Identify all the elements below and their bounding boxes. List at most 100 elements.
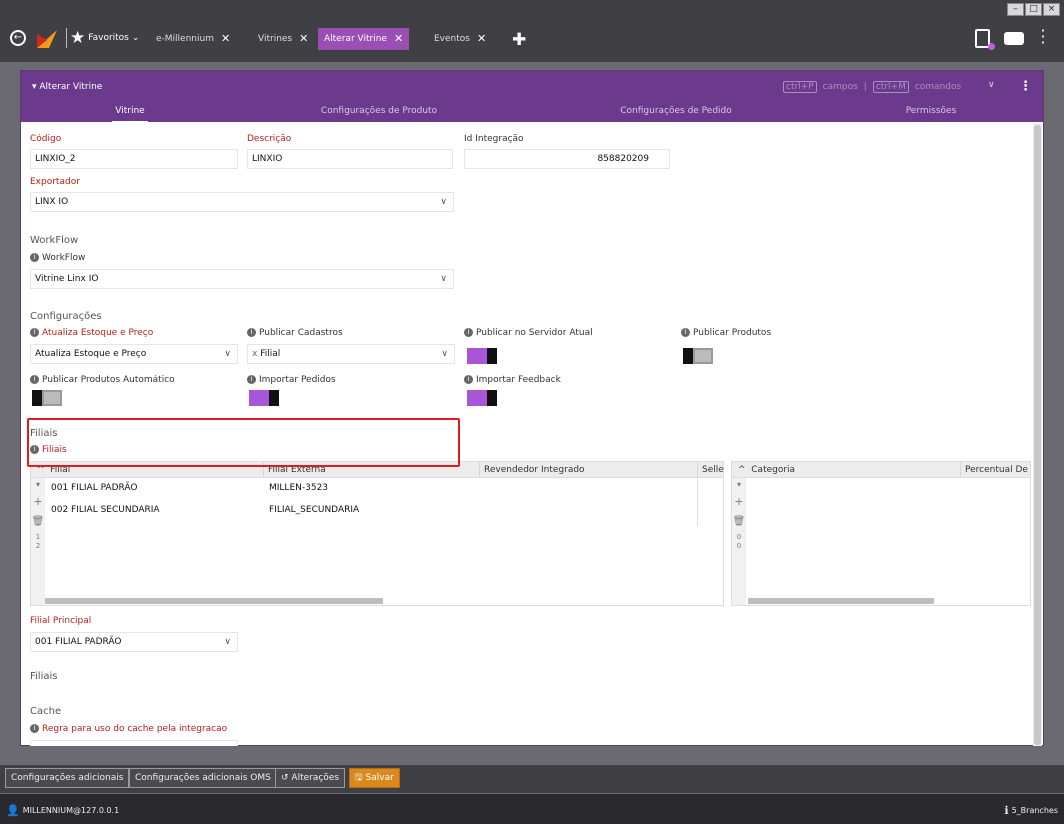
- table-row-1-externa[interactable]: MILLEN-3523: [269, 483, 328, 493]
- close-icon[interactable]: ✕: [221, 28, 230, 50]
- workflow-select[interactable]: Vitrine Linx IO ∨: [30, 269, 454, 289]
- close-window-button[interactable]: ×: [1043, 3, 1060, 16]
- publicar-cadastros-label-text: Publicar Cadastros: [259, 328, 343, 338]
- configuracoes-adicionais-oms-button[interactable]: Configurações adicionais OMS: [129, 768, 277, 788]
- codigo-input[interactable]: LINXIO_2: [30, 149, 238, 169]
- tab-vitrines[interactable]: Vitrines ✕: [252, 28, 314, 50]
- info-icon: i: [681, 328, 690, 337]
- chevron-down-icon: ∨: [224, 349, 231, 359]
- back-arrow-icon[interactable]: ←: [10, 30, 26, 46]
- table-row-1-filial[interactable]: 001 FILIAL PADRÃO: [51, 483, 137, 493]
- workflow-section-title: WorkFlow: [30, 235, 79, 246]
- column-percentual[interactable]: Percentual De: [960, 462, 1032, 478]
- chevron-down-icon[interactable]: ▾: [31, 480, 45, 489]
- user-info: 👤 MILLENNIUM@127.0.0.1: [6, 804, 119, 817]
- alteracoes-button[interactable]: ↺ Alterações: [275, 768, 346, 788]
- favorites-menu[interactable]: ★ Favoritos ⌄: [70, 30, 140, 47]
- chevron-down-icon[interactable]: ▾: [732, 480, 746, 489]
- table-row-2-filial[interactable]: 002 FILIAL SECUNDARIA: [51, 505, 160, 515]
- info-icon: i: [30, 253, 39, 262]
- categorias-grid: ^ Categoria Percentual De ▾ + 🗑 00: [731, 461, 1031, 606]
- publicar-produtos-label: i Publicar Produtos: [681, 328, 771, 338]
- filial-principal-select[interactable]: 001 FILIAL PADRÃO ∨: [30, 632, 238, 652]
- grid-row-toolbar: ▾ + 🗑 12: [31, 478, 45, 605]
- page-current: 0: [736, 533, 742, 541]
- cache-label: i Regra para uso do cache pela integracao: [30, 724, 227, 734]
- horizontal-scrollbar[interactable]: [45, 598, 383, 604]
- save-button[interactable]: 🖫 Salvar: [349, 768, 400, 788]
- save-icon: 🖫: [355, 773, 363, 783]
- exportador-value: LINX IO: [35, 197, 69, 207]
- importar-pedidos-label-text: Importar Pedidos: [259, 375, 336, 385]
- close-icon[interactable]: ✕: [394, 28, 403, 50]
- close-icon[interactable]: ✕: [477, 28, 486, 50]
- id-integracao-input[interactable]: 858820209: [464, 149, 670, 169]
- minimize-button[interactable]: –: [1007, 3, 1024, 16]
- tab-permissoes[interactable]: Permissões: [896, 106, 966, 116]
- tab-eventos[interactable]: Eventos ✕: [428, 28, 492, 50]
- alterar-vitrine-dialog: ▾ Alterar Vitrine ctrl+P campos | ctrl+M…: [20, 70, 1044, 746]
- publicar-cadastros-multiselect[interactable]: x Filial ∨: [247, 344, 455, 364]
- grid-row-toolbar: ▾ + 🗑 00: [732, 478, 746, 605]
- id-integracao-label: Id Integração: [464, 134, 524, 144]
- publicar-servidor-toggle[interactable]: [467, 348, 497, 364]
- fields-shortcut-label: campos: [822, 82, 858, 92]
- trash-icon[interactable]: 🗑: [732, 516, 746, 527]
- publicar-auto-toggle[interactable]: [32, 390, 62, 406]
- table-row-2-externa[interactable]: FILIAL_SECUNDARIA: [269, 505, 359, 515]
- tab-configuracoes-pedido[interactable]: Configurações de Pedido: [611, 106, 741, 116]
- column-categoria[interactable]: ^ Categoria: [732, 462, 960, 478]
- categorias-grid-header: ^ Categoria Percentual De: [732, 462, 1030, 478]
- configuracoes-adicionais-button[interactable]: Configurações adicionais: [5, 768, 130, 788]
- tab-label: Alterar Vitrine: [324, 34, 387, 44]
- add-tab-icon[interactable]: ✚: [512, 30, 526, 50]
- add-row-icon[interactable]: +: [31, 495, 45, 508]
- publicar-servidor-label-text: Publicar no Servidor Atual: [476, 328, 593, 338]
- more-options-icon[interactable]: ⋮: [1019, 79, 1032, 94]
- horizontal-scrollbar[interactable]: [748, 598, 934, 604]
- descricao-input[interactable]: LINXIO: [247, 149, 453, 169]
- publicar-produtos-toggle[interactable]: [683, 348, 713, 364]
- importar-feedback-label: i Importar Feedback: [464, 375, 561, 385]
- chevron-down-icon: ∨: [440, 197, 447, 207]
- user-label: MILLENNIUM@127.0.0.1: [22, 806, 120, 815]
- cache-section-title: Cache: [30, 706, 62, 717]
- exportador-select[interactable]: LINX IO ∨: [30, 192, 454, 212]
- chat-icon[interactable]: [1004, 32, 1024, 45]
- highlight-box: [27, 418, 460, 467]
- column-revendedor-integrado[interactable]: Revendedor Integrado: [479, 462, 697, 478]
- chevron-down-icon[interactable]: ∨: [988, 80, 995, 90]
- more-options-icon[interactable]: · · ·: [1040, 23, 1046, 51]
- dialog-title[interactable]: ▾ Alterar Vitrine: [32, 82, 102, 92]
- importar-pedidos-toggle[interactable]: [249, 390, 279, 406]
- filiais-section2-title: Filiais: [30, 671, 58, 682]
- app-logo-icon: [37, 30, 57, 48]
- tab-alterar-vitrine[interactable]: Alterar Vitrine ✕: [318, 28, 410, 50]
- scrollbar-thumb[interactable]: [1034, 125, 1041, 745]
- importar-feedback-label-text: Importar Feedback: [476, 375, 561, 385]
- tab-e-millennium[interactable]: e-Millennium ✕: [150, 28, 236, 50]
- history-icon: ↺: [281, 773, 289, 783]
- atualiza-select[interactable]: Atualiza Estoque e Preço ∨: [30, 344, 238, 364]
- filiais-grid: ^ Filial Filial Externa Revendedor Integ…: [30, 461, 724, 606]
- cache-select[interactable]: [30, 740, 238, 746]
- pager: 12: [31, 533, 45, 551]
- column-seller[interactable]: Selle: [697, 462, 725, 478]
- close-icon[interactable]: ✕: [299, 28, 308, 50]
- window-controls: – □ ×: [1007, 3, 1060, 16]
- tag-remove-icon[interactable]: x: [252, 349, 257, 359]
- publicar-produtos-label-text: Publicar Produtos: [693, 328, 772, 338]
- tab-label: e-Millennium: [156, 34, 214, 44]
- importar-feedback-toggle[interactable]: [467, 390, 497, 406]
- alteracoes-label: Alterações: [291, 773, 340, 783]
- tab-vitrine[interactable]: Vitrine: [107, 106, 153, 116]
- publicar-auto-label: i Publicar Produtos Automático: [30, 375, 175, 385]
- page-total: 2: [35, 542, 41, 550]
- info-icon: i: [464, 375, 473, 384]
- trash-icon[interactable]: 🗑: [31, 516, 45, 527]
- maximize-button[interactable]: □: [1025, 3, 1042, 16]
- chevron-down-icon: ⌄: [131, 33, 140, 43]
- tab-configuracoes-produto[interactable]: Configurações de Produto: [309, 106, 449, 116]
- add-row-icon[interactable]: +: [732, 495, 746, 508]
- codigo-label: Código: [30, 134, 62, 144]
